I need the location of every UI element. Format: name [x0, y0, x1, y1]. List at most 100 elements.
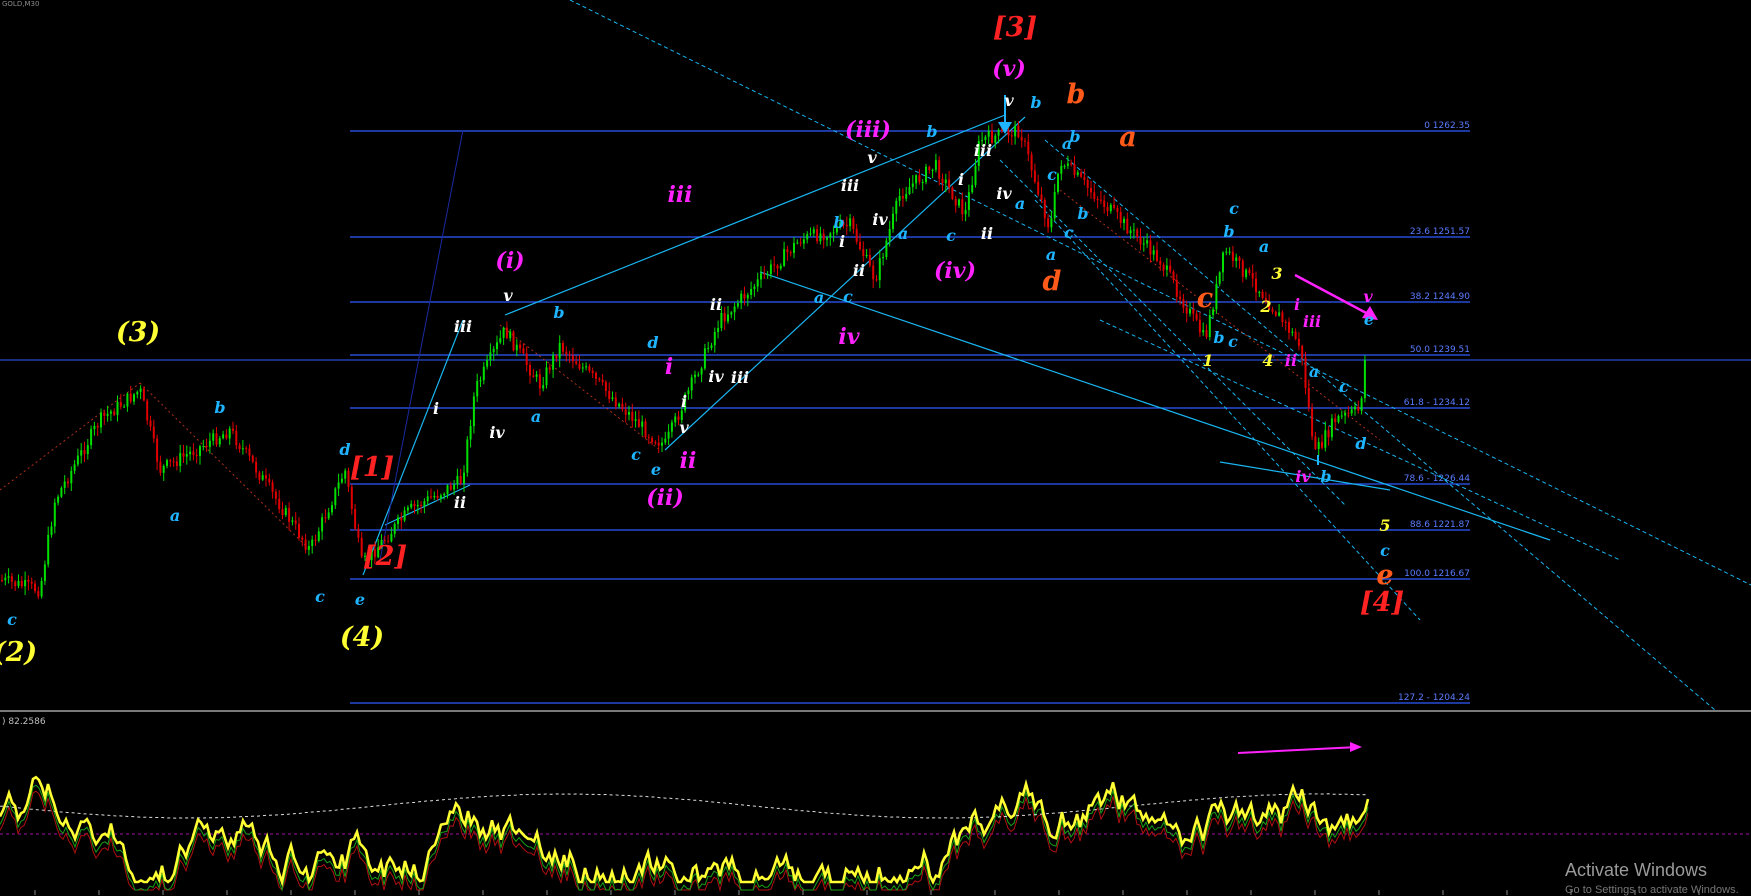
candle-body — [849, 218, 852, 227]
candle-body — [1156, 250, 1158, 261]
candle-body — [829, 233, 832, 238]
zigzag-line — [499, 324, 661, 451]
candle-body — [357, 528, 360, 538]
candle-body — [433, 495, 436, 498]
candle-body — [604, 381, 607, 392]
candle-body — [119, 402, 122, 407]
candle-body — [1024, 140, 1026, 142]
candle-body — [779, 265, 782, 269]
candle-body — [172, 461, 175, 463]
candle-body — [63, 481, 66, 488]
wave-label: i — [665, 354, 673, 380]
candle-body — [281, 509, 284, 515]
candle-body — [185, 454, 188, 457]
candle-body — [852, 218, 855, 229]
candle-body — [241, 448, 244, 450]
wave-label: [2] — [363, 541, 407, 572]
candle-body — [83, 450, 86, 455]
wave-label: c — [1228, 332, 1238, 351]
candle-body — [905, 193, 908, 199]
wave-label: v — [1004, 91, 1014, 110]
wave-label: a — [531, 407, 541, 426]
price-chart[interactable]: 0 1262.35 23.6 1251.57 38.2 1244.90 50.0 12… — [0, 0, 1751, 710]
wave-label: b — [1077, 204, 1088, 223]
candle-body — [50, 526, 53, 535]
candle-body — [578, 363, 581, 369]
candle-body — [80, 450, 83, 456]
wave-label: i — [839, 232, 845, 251]
candle-body — [746, 294, 749, 299]
trendline — [504, 114, 1006, 316]
candle-body — [931, 169, 934, 171]
candle-body — [997, 129, 1000, 136]
candle-body — [1066, 163, 1069, 166]
candle-body — [1291, 331, 1294, 333]
candle-body — [1050, 218, 1053, 228]
candle-body — [1195, 313, 1198, 320]
candle-body — [1152, 250, 1155, 255]
candle-body — [321, 517, 324, 532]
candle-body — [205, 446, 208, 448]
wave-label: b — [1030, 93, 1041, 112]
candle-body — [1169, 265, 1172, 272]
candle-body — [618, 403, 621, 407]
candle-body — [710, 345, 713, 348]
wave-label: [4] — [1360, 587, 1404, 618]
candle-body — [334, 488, 337, 506]
candle-body — [1159, 260, 1162, 265]
wave-label: ii — [454, 493, 466, 512]
candle-body — [1354, 406, 1356, 410]
candle-body — [611, 397, 614, 399]
candle-body — [571, 355, 574, 362]
candle-body — [476, 380, 479, 397]
wave-label: d — [1043, 266, 1062, 297]
candle-body — [20, 580, 23, 587]
candle-body — [235, 430, 238, 446]
candle-body — [499, 337, 502, 343]
candle-body — [859, 241, 861, 250]
candle-body — [783, 249, 786, 266]
candle-body — [1241, 260, 1244, 277]
candle-body — [463, 472, 465, 484]
candle-body — [601, 379, 604, 382]
candle-body — [664, 438, 667, 443]
candle-body — [327, 512, 330, 519]
arrow-head — [998, 122, 1012, 134]
candle-body — [1238, 257, 1241, 261]
candle-body — [1324, 430, 1327, 448]
wave-label: a — [898, 224, 908, 243]
candle-body — [152, 426, 155, 439]
candle-body — [1297, 338, 1300, 346]
candle-body — [1327, 430, 1330, 438]
candle-body — [934, 160, 937, 170]
wave-label: 4 — [1262, 351, 1273, 370]
wave-label: i — [1294, 295, 1300, 314]
candle-body — [1076, 172, 1079, 175]
candle-body — [492, 349, 495, 353]
candle-body — [1347, 412, 1350, 414]
oscillator-panel[interactable] — [0, 712, 1751, 895]
candle-body — [898, 196, 901, 201]
candle-body — [661, 442, 663, 446]
candle-body — [400, 517, 403, 521]
candle-body — [103, 412, 106, 416]
candle-body — [707, 347, 710, 349]
candle-body — [723, 312, 726, 322]
candle-body — [311, 539, 314, 547]
candle-body — [146, 400, 149, 421]
candle-body — [1304, 357, 1307, 388]
candle-body — [1165, 265, 1168, 270]
candle-body — [1080, 172, 1083, 177]
candle-body — [822, 233, 825, 240]
candle-body — [1109, 204, 1112, 212]
candle-body — [802, 239, 805, 244]
candle-body — [727, 314, 729, 322]
candle-body — [1139, 236, 1142, 245]
candle-body — [1225, 251, 1228, 253]
candle-body — [753, 286, 756, 289]
candle-body — [760, 273, 762, 280]
candle-body — [1007, 130, 1010, 136]
candle-body — [713, 331, 716, 346]
fibonacci-levels[interactable]: 0 1262.35 23.6 1251.57 38.2 1244.90 50.0 12… — [0, 121, 1751, 704]
oscillator-signal-line — [0, 790, 1369, 892]
